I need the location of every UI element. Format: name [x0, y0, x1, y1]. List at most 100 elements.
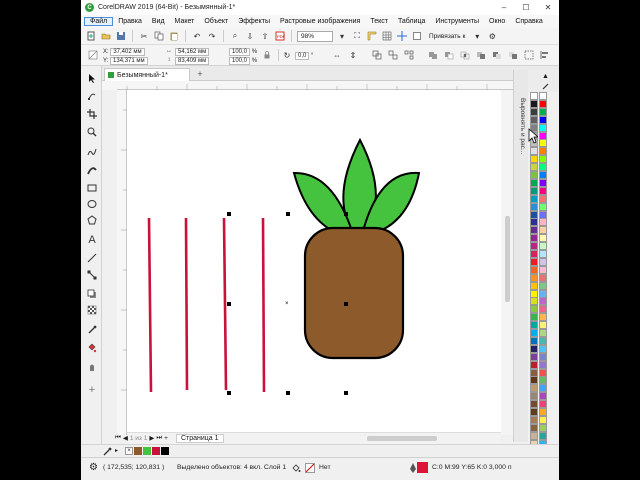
palette-swatch[interactable]	[539, 368, 547, 377]
palette-swatch[interactable]	[530, 384, 538, 393]
height-field[interactable]: 83,409 мм	[175, 57, 210, 65]
palette-swatch[interactable]	[539, 273, 547, 282]
document-tab[interactable]: Безымянный-1*	[104, 68, 190, 81]
palette-swatch[interactable]	[530, 281, 538, 290]
intersect-icon[interactable]	[459, 49, 471, 61]
palette-swatch[interactable]	[539, 305, 547, 314]
ungroup-all-icon[interactable]	[403, 49, 415, 61]
palette-swatch[interactable]	[539, 218, 547, 227]
palette-swatch[interactable]	[530, 265, 538, 274]
ellipse-tool-icon[interactable]	[86, 198, 98, 210]
menu-view[interactable]: Вид	[147, 18, 170, 25]
undo-icon[interactable]: ↶	[191, 30, 203, 42]
minimize-button[interactable]: –	[493, 3, 515, 12]
palette-swatch[interactable]	[539, 115, 547, 124]
palette-swatch[interactable]	[539, 281, 547, 290]
palette-swatch[interactable]	[530, 415, 538, 424]
palette-swatch[interactable]	[539, 210, 547, 219]
save-icon[interactable]	[115, 30, 127, 42]
palette-swatch[interactable]	[530, 368, 538, 377]
selection-handle[interactable]	[344, 302, 348, 306]
group-icon[interactable]	[371, 49, 383, 61]
rotation-field[interactable]: 0,0 °	[295, 52, 313, 60]
palette-swatch[interactable]	[530, 392, 538, 401]
doc-swatch-brown[interactable]	[134, 447, 142, 455]
palette-swatch[interactable]	[539, 123, 547, 132]
new-document-icon[interactable]	[85, 30, 97, 42]
selection-handle[interactable]	[227, 212, 231, 216]
chevron-down-icon[interactable]: ▾	[336, 30, 348, 42]
palette-swatch[interactable]	[530, 171, 538, 179]
palette-swatch[interactable]	[539, 360, 547, 369]
boundary-icon[interactable]	[523, 49, 535, 61]
eyedropper-tool-icon[interactable]	[86, 324, 98, 336]
parallel-dimension-tool-icon[interactable]	[86, 252, 98, 264]
y-position-field[interactable]: Y: 134,371 мм	[103, 57, 148, 65]
width-value[interactable]: 54,162 мм	[175, 48, 210, 56]
doc-swatch-green[interactable]	[143, 447, 151, 455]
open-folder-icon[interactable]	[100, 30, 112, 42]
palette-swatch[interactable]	[530, 408, 538, 416]
pineapple-body[interactable]	[303, 226, 405, 360]
new-tab-icon[interactable]: +	[194, 68, 206, 80]
fill-icon[interactable]	[291, 463, 301, 475]
stroke-line-2[interactable]	[184, 217, 189, 391]
palette-swatch[interactable]	[539, 313, 547, 322]
palette-swatch[interactable]	[530, 92, 538, 100]
palette-swatch[interactable]	[539, 107, 547, 116]
palette-swatch[interactable]	[530, 226, 538, 235]
palette-swatch[interactable]	[530, 242, 538, 251]
interactive-fill-tool-icon[interactable]	[86, 342, 98, 354]
palette-swatch[interactable]	[539, 336, 547, 345]
chevron-right-icon[interactable]: ▸	[115, 447, 118, 454]
palette-swatch[interactable]	[539, 344, 547, 353]
palette-swatch[interactable]	[530, 289, 538, 298]
rulers-icon[interactable]	[366, 30, 378, 42]
palette-swatch[interactable]	[530, 431, 538, 440]
preset-icon[interactable]	[87, 49, 99, 61]
lock-ratio-icon[interactable]	[261, 49, 273, 61]
eyedropper-palette-icon[interactable]	[542, 82, 550, 92]
palette-swatch[interactable]	[539, 400, 547, 409]
crop-tool-icon[interactable]	[86, 108, 98, 120]
palette-swatch[interactable]	[539, 92, 547, 100]
palette-swatch[interactable]	[530, 99, 538, 108]
palette-swatch[interactable]	[530, 297, 538, 306]
drop-shadow-tool-icon[interactable]	[86, 288, 98, 300]
selection-handle[interactable]	[286, 212, 290, 216]
palette-swatch[interactable]	[539, 226, 547, 235]
menu-edit[interactable]: Правка	[113, 18, 147, 25]
palette-swatch[interactable]	[539, 321, 547, 330]
redo-icon[interactable]: ↷	[206, 30, 218, 42]
stroke-line-4[interactable]	[261, 217, 266, 393]
pen-icon[interactable]	[409, 463, 417, 475]
back-minus-front-icon[interactable]	[507, 49, 519, 61]
palette-swatch[interactable]	[539, 139, 547, 148]
align-distribute-docker[interactable]: Выровнять и рас...	[513, 70, 528, 442]
x-position-field[interactable]: X: 37,402 мм	[103, 48, 145, 56]
palette-swatch[interactable]	[539, 423, 547, 432]
no-color-swatch[interactable]: ×	[125, 447, 133, 455]
stroke-line-1[interactable]	[147, 217, 153, 393]
palette-swatch[interactable]	[530, 218, 538, 227]
width-field[interactable]: 54,162 мм	[175, 48, 210, 56]
selection-handle[interactable]	[344, 212, 348, 216]
add-page-icon[interactable]: +	[164, 435, 168, 442]
menu-layout[interactable]: Макет	[170, 18, 200, 25]
maximize-button[interactable]: ☐	[515, 3, 537, 12]
palette-swatch[interactable]	[539, 376, 547, 385]
trim-icon[interactable]	[443, 49, 455, 61]
palette-swatch[interactable]	[530, 273, 538, 282]
connector-tool-icon[interactable]	[86, 269, 98, 281]
palette-swatch[interactable]	[539, 329, 547, 337]
selection-handle[interactable]	[344, 391, 348, 395]
height-value[interactable]: 83,409 мм	[175, 57, 210, 65]
align-distribute-icon[interactable]	[539, 49, 551, 61]
fill-none-swatch[interactable]	[305, 463, 315, 473]
palette-swatch[interactable]	[539, 99, 547, 108]
palette-swatch[interactable]	[530, 163, 538, 172]
palette-swatch[interactable]	[539, 415, 547, 424]
add-tool-icon[interactable]: +	[86, 384, 98, 396]
stroke-line-3[interactable]	[222, 217, 228, 391]
paste-icon[interactable]	[168, 30, 180, 42]
